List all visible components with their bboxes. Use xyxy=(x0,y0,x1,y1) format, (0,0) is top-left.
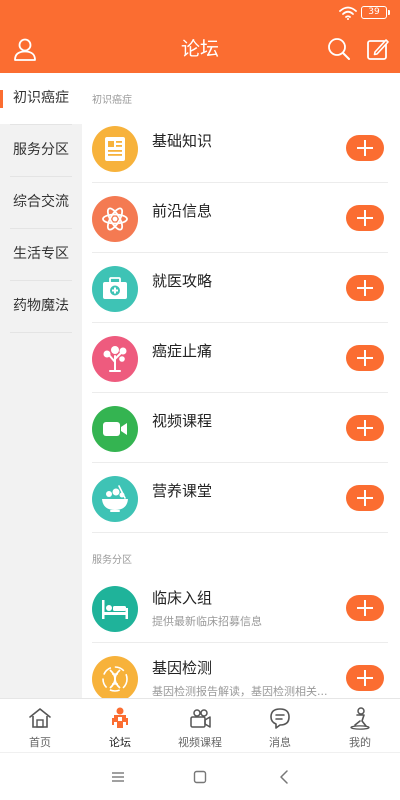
dna-icon xyxy=(92,656,138,698)
list-item[interactable]: 营养课堂 xyxy=(82,463,400,533)
battery-level: 39 xyxy=(368,7,380,17)
tab-forum[interactable]: 论坛 xyxy=(80,699,160,753)
sidebar: 初识癌症 服务分区 综合交流 生活专区 药物魔法 xyxy=(0,73,82,698)
item-subtitle: 提供最新临床招募信息 xyxy=(152,615,262,628)
sidebar-item-lifestyle[interactable]: 生活专区 xyxy=(0,229,82,280)
sidebar-item-cancer-basics[interactable]: 初识癌症 xyxy=(0,73,82,124)
tree-icon xyxy=(92,336,138,382)
edit-icon[interactable] xyxy=(365,36,391,62)
list-item[interactable]: 基础知识 xyxy=(82,113,400,183)
menu-icon[interactable] xyxy=(110,769,126,785)
item-title: 基因检测 xyxy=(152,659,213,677)
tab-video-course[interactable]: 视频课程 xyxy=(160,699,240,753)
add-button[interactable] xyxy=(346,665,384,691)
tab-label: 视频课程 xyxy=(178,736,222,749)
tab-label: 消息 xyxy=(269,736,291,749)
list-item[interactable]: 癌症止痛 xyxy=(82,323,400,393)
tab-home[interactable]: 首页 xyxy=(0,699,80,753)
item-title: 基础知识 xyxy=(152,132,213,150)
list-item[interactable]: 前沿信息 xyxy=(82,183,400,253)
home-square-icon[interactable] xyxy=(192,769,208,785)
document-icon xyxy=(92,126,138,172)
forum-list: 初识癌症 基础知识 前沿信息 就医攻略 癌症止痛 视频课程 营养课堂 服务分区 … xyxy=(82,73,400,698)
add-button[interactable] xyxy=(346,205,384,231)
search-icon[interactable] xyxy=(326,36,352,62)
battery-icon: 39 xyxy=(361,6,390,19)
row-divider xyxy=(92,532,388,533)
tab-messages[interactable]: 消息 xyxy=(240,699,320,753)
item-subtitle: 基因检测报告解读，基因检测相关... xyxy=(152,685,328,698)
item-title: 就医攻略 xyxy=(152,272,213,290)
add-button[interactable] xyxy=(346,415,384,441)
sidebar-divider xyxy=(10,332,72,333)
section-title: 服务分区 xyxy=(92,555,132,566)
top-bar: 39 论坛 xyxy=(0,0,400,73)
sidebar-item-general-discussion[interactable]: 综合交流 xyxy=(0,177,82,228)
item-title: 癌症止痛 xyxy=(152,342,213,360)
add-button[interactable] xyxy=(346,485,384,511)
list-item[interactable]: 临床入组 提供最新临床招募信息 xyxy=(82,573,400,643)
list-item[interactable]: 就医攻略 xyxy=(82,253,400,323)
status-bar: 39 xyxy=(0,0,400,26)
tab-label: 论坛 xyxy=(109,736,131,749)
back-icon[interactable] xyxy=(276,769,292,785)
atom-icon xyxy=(92,196,138,242)
add-button[interactable] xyxy=(346,345,384,371)
header: 论坛 xyxy=(0,26,400,73)
message-icon xyxy=(270,708,290,729)
tab-bar: 首页 论坛 视频课程 消息 我的 xyxy=(0,698,400,752)
add-button[interactable] xyxy=(346,275,384,301)
add-button[interactable] xyxy=(346,595,384,621)
item-title: 前沿信息 xyxy=(152,202,213,220)
list-item[interactable]: 基因检测 基因检测报告解读，基因检测相关... xyxy=(82,643,400,698)
tab-label: 首页 xyxy=(29,736,51,749)
profile-icon xyxy=(350,707,370,730)
wifi-icon xyxy=(339,6,357,20)
section-title: 初识癌症 xyxy=(92,95,132,106)
sidebar-item-services[interactable]: 服务分区 xyxy=(0,125,82,176)
forum-icon xyxy=(112,707,128,728)
item-title: 临床入组 xyxy=(152,589,213,607)
item-title: 营养课堂 xyxy=(152,482,213,500)
item-title: 视频课程 xyxy=(152,412,213,430)
medical-kit-icon xyxy=(92,266,138,312)
add-button[interactable] xyxy=(346,135,384,161)
tab-profile[interactable]: 我的 xyxy=(320,699,400,753)
list-item[interactable]: 视频课程 xyxy=(82,393,400,463)
video-camera-icon xyxy=(92,406,138,452)
user-icon[interactable] xyxy=(12,36,38,62)
sidebar-item-medicine[interactable]: 药物魔法 xyxy=(0,281,82,332)
hospital-bed-icon xyxy=(92,586,138,632)
tab-label: 我的 xyxy=(349,736,371,749)
home-icon xyxy=(29,708,51,728)
food-bowl-icon xyxy=(92,476,138,522)
system-nav-bar xyxy=(0,752,400,800)
video-course-icon xyxy=(190,709,211,728)
